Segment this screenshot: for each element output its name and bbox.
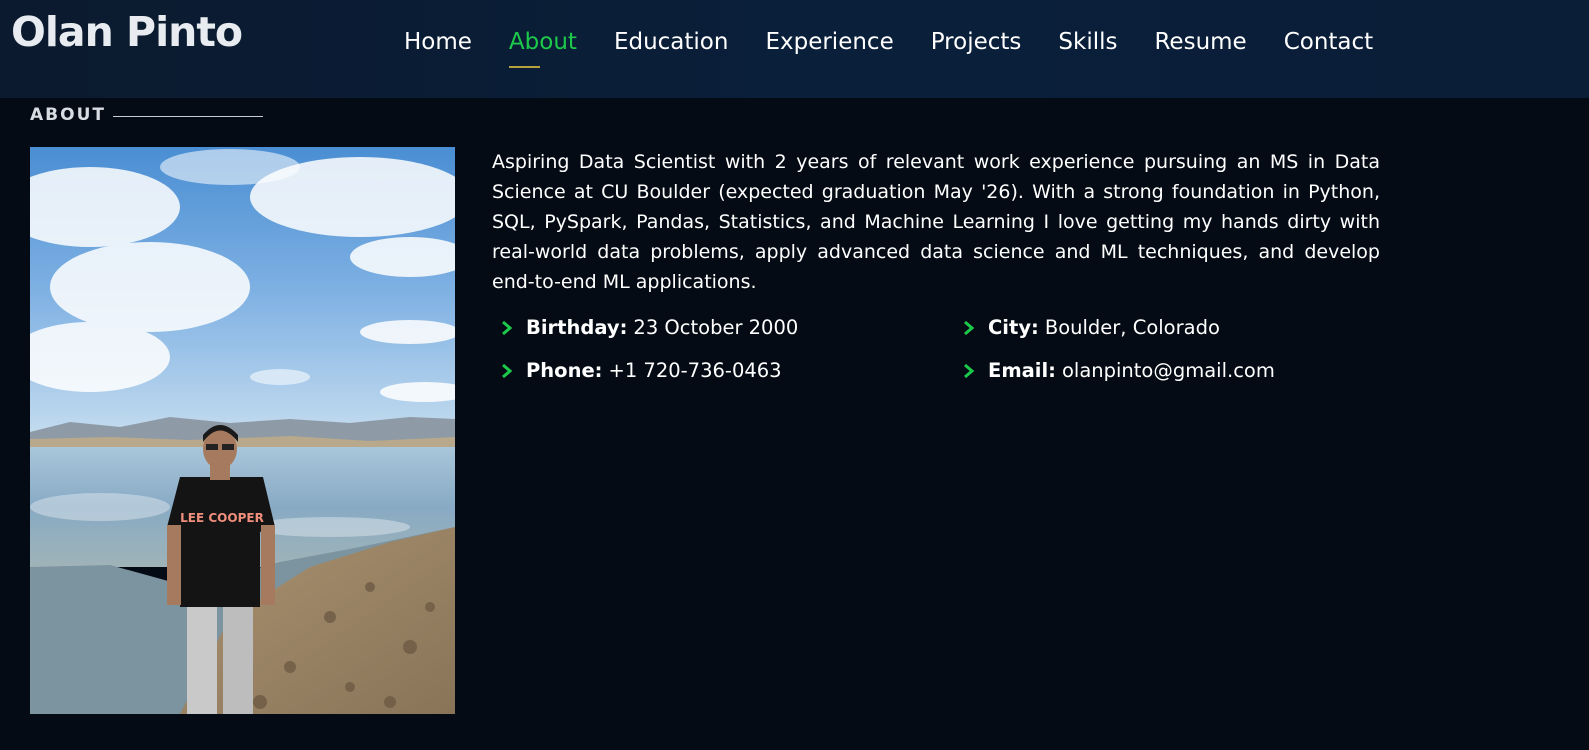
main-nav: Home About Education Experience Projects… bbox=[404, 24, 1410, 68]
email-value[interactable]: olanpinto@gmail.com bbox=[1062, 359, 1275, 382]
nav-skills[interactable]: Skills bbox=[1058, 24, 1117, 60]
phone-label: Phone: bbox=[526, 359, 603, 382]
about-bio: Aspiring Data Scientist with 2 years of … bbox=[492, 151, 1380, 293]
email-label: Email: bbox=[988, 359, 1056, 382]
shirt-print: LEE COOPER bbox=[180, 511, 264, 525]
birthday-value: 23 October 2000 bbox=[633, 316, 799, 339]
section-title-divider bbox=[113, 116, 263, 117]
section-title: ABOUT bbox=[30, 105, 106, 125]
nav-home[interactable]: Home bbox=[404, 24, 472, 60]
city-value: Boulder, Colorado bbox=[1044, 316, 1220, 339]
nav-contact[interactable]: Contact bbox=[1284, 24, 1373, 60]
nav-resume[interactable]: Resume bbox=[1154, 24, 1246, 60]
nav-education[interactable]: Education bbox=[614, 24, 729, 60]
chevron-right-icon bbox=[964, 363, 975, 378]
detail-birthday: Birthday: 23 October 2000 bbox=[500, 316, 798, 339]
phone-value[interactable]: +1 720-736-0463 bbox=[608, 359, 781, 382]
profile-photo: LEE COOPER bbox=[30, 147, 455, 714]
detail-phone: Phone: +1 720-736-0463 bbox=[500, 359, 782, 382]
city-label: City: bbox=[988, 316, 1039, 339]
nav-experience[interactable]: Experience bbox=[765, 24, 893, 60]
chevron-right-icon bbox=[502, 320, 513, 335]
detail-email: Email: olanpinto@gmail.com bbox=[962, 359, 1275, 382]
chevron-right-icon bbox=[964, 320, 975, 335]
nav-about[interactable]: About bbox=[508, 24, 577, 68]
site-logo[interactable]: Olan Pinto bbox=[11, 8, 243, 56]
site-header: Olan Pinto Home About Education Experien… bbox=[0, 0, 1589, 98]
detail-city: City: Boulder, Colorado bbox=[962, 316, 1220, 339]
chevron-right-icon bbox=[502, 363, 513, 378]
birthday-label: Birthday: bbox=[526, 316, 628, 339]
nav-projects[interactable]: Projects bbox=[931, 24, 1022, 60]
